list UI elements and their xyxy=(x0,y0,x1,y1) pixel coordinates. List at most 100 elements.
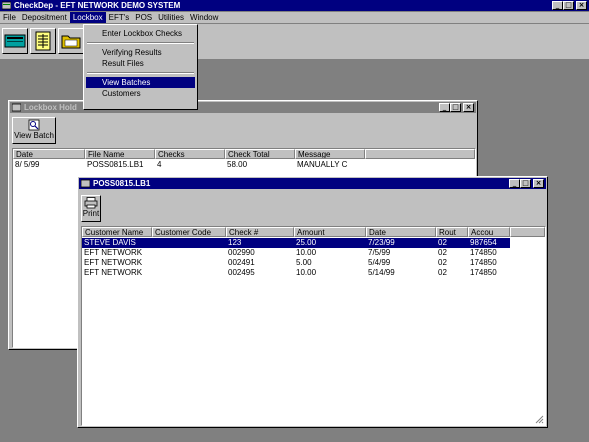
view-batch-button[interactable]: View Batch xyxy=(12,117,56,144)
table-row[interactable]: EFT NETWORK 002491 5.00 5/4/99 02 174850 xyxy=(82,258,510,268)
column-header[interactable]: Amount xyxy=(294,227,366,237)
lockbox-toolbar: View Batch xyxy=(10,114,476,146)
column-header[interactable]: Accou xyxy=(468,227,510,237)
app-title-bar[interactable]: CheckDep - EFT NETWORK DEMO SYSTEM _ □ × xyxy=(0,0,589,11)
pos-toolbar: Print xyxy=(79,190,546,224)
table-cell xyxy=(152,238,226,248)
table-cell: 5/4/99 xyxy=(368,258,391,267)
window-icon xyxy=(12,103,21,112)
close-icon[interactable]: × xyxy=(533,179,544,188)
column-header xyxy=(365,149,475,159)
column-header[interactable]: File Name xyxy=(85,149,155,159)
resize-grip-icon[interactable] xyxy=(535,415,544,424)
menu-separator xyxy=(87,42,194,44)
table-cell: 7/5/99 xyxy=(368,248,391,257)
column-header[interactable]: Customer Name xyxy=(82,227,152,237)
table-row[interactable]: 8/ 5/99 POSS0815.LB1 4 58.00 MANUALLY C xyxy=(13,160,475,170)
table-cell: 02 xyxy=(438,258,447,267)
menu-utilities[interactable]: Utilities xyxy=(155,12,187,23)
table-cell: 002491 xyxy=(228,258,255,267)
printer-icon xyxy=(84,197,98,209)
table-cell: 7/23/99 xyxy=(368,238,395,247)
menu-separator xyxy=(87,72,194,74)
table-row[interactable]: EFT NETWORK 002990 10.00 7/5/99 02 17485… xyxy=(82,248,510,258)
table-cell xyxy=(152,248,226,258)
column-header[interactable]: Check Total xyxy=(225,149,295,159)
menu-item-enter-lockbox-checks[interactable]: Enter Lockbox Checks xyxy=(86,28,195,39)
close-icon[interactable]: × xyxy=(576,1,587,10)
table-cell: 02 xyxy=(438,268,447,277)
minimize-icon[interactable]: _ xyxy=(552,1,563,10)
lockbox-title-bar[interactable]: Lockbox Hold _ □ × xyxy=(10,102,476,113)
ledger-icon xyxy=(35,31,51,51)
menu-efts[interactable]: EFT's xyxy=(106,12,133,23)
ledger-button[interactable] xyxy=(30,28,56,54)
column-header[interactable]: Check # xyxy=(226,227,294,237)
menu-item-verifying-results[interactable]: Verifying Results xyxy=(86,47,195,58)
table-cell: 5/14/99 xyxy=(368,268,395,277)
menu-bar: File Depositment Lockbox EFT's POS Utilities W… xyxy=(0,12,589,23)
view-batch-label: View Batch xyxy=(14,131,54,140)
menu-window[interactable]: Window xyxy=(187,12,221,23)
print-label: Print xyxy=(82,209,100,218)
column-header[interactable]: Date xyxy=(13,149,85,159)
folder-button[interactable] xyxy=(58,28,84,54)
table-cell: 123 xyxy=(228,238,242,247)
lockbox-title: Lockbox Hold xyxy=(24,103,77,112)
menu-item-customers[interactable]: Customers xyxy=(86,88,195,99)
menu-pos[interactable]: POS xyxy=(132,12,155,23)
table-cell: 174850 xyxy=(470,258,497,267)
table-cell: 174850 xyxy=(470,248,497,257)
table-cell: STEVE DAVIS xyxy=(84,238,136,247)
menu-file[interactable]: File xyxy=(0,12,19,23)
table-cell: 25.00 xyxy=(296,238,317,247)
table-cell: EFT NETWORK xyxy=(84,268,143,277)
table-cell: 02 xyxy=(438,248,447,257)
column-header[interactable]: Customer Code xyxy=(152,227,226,237)
table-cell: 987654 xyxy=(470,238,497,247)
table-cell: 002495 xyxy=(228,268,255,277)
window-icon xyxy=(81,179,90,188)
column-header[interactable]: Date xyxy=(366,227,436,237)
table-cell: EFT NETWORK xyxy=(84,258,143,267)
folder-icon xyxy=(61,35,81,49)
maximize-icon[interactable]: □ xyxy=(563,1,574,10)
table-cell: MANUALLY C xyxy=(297,160,348,169)
minimize-icon[interactable]: _ xyxy=(439,103,450,112)
column-header[interactable]: Rout xyxy=(436,227,468,237)
column-header[interactable]: Checks xyxy=(155,149,225,159)
maximize-icon[interactable]: □ xyxy=(450,103,461,112)
menu-item-view-batches[interactable]: View Batches xyxy=(86,77,195,88)
pos-title-bar[interactable]: POSS0815.LB1 _ □ × xyxy=(79,178,546,189)
app-title: CheckDep - EFT NETWORK DEMO SYSTEM xyxy=(14,1,181,10)
table-row[interactable]: STEVE DAVIS 123 25.00 7/23/99 02 987654 xyxy=(82,238,510,248)
menu-item-result-files[interactable]: Result Files xyxy=(86,58,195,69)
table-cell: 10.00 xyxy=(296,248,317,257)
close-icon[interactable]: × xyxy=(463,103,474,112)
table-row[interactable]: EFT NETWORK 002495 10.00 5/14/99 02 1748… xyxy=(82,268,510,278)
table-cell: 002990 xyxy=(228,248,255,257)
main-window: CheckDep - EFT NETWORK DEMO SYSTEM _ □ ×… xyxy=(0,0,589,442)
pos-grid: Customer Name Customer Code Check # Amou… xyxy=(81,226,546,426)
print-button[interactable]: Print xyxy=(81,195,101,222)
table-cell: EFT NETWORK xyxy=(84,248,143,257)
magnifier-icon xyxy=(28,119,40,131)
column-header[interactable]: Message xyxy=(295,149,365,159)
minimize-icon[interactable]: _ xyxy=(509,179,520,188)
table-cell: 58.00 xyxy=(227,160,248,169)
menu-lockbox[interactable]: Lockbox xyxy=(69,12,106,23)
calculator-icon xyxy=(4,34,26,48)
lockbox-dropdown-menu: Enter Lockbox Checks Verifying Results R… xyxy=(83,24,198,110)
table-cell: 8/ 5/99 xyxy=(15,160,40,169)
maximize-icon[interactable]: □ xyxy=(520,179,531,188)
table-cell xyxy=(152,268,226,278)
table-cell: 10.00 xyxy=(296,268,317,277)
table-cell: 4 xyxy=(157,160,162,169)
column-header xyxy=(510,227,545,237)
menu-depositment[interactable]: Depositment xyxy=(19,12,70,23)
app-icon xyxy=(2,1,11,10)
table-cell: 5.00 xyxy=(296,258,312,267)
table-cell: POSS0815.LB1 xyxy=(87,160,144,169)
calculator-button[interactable] xyxy=(2,28,28,54)
table-cell: 174850 xyxy=(470,268,497,277)
